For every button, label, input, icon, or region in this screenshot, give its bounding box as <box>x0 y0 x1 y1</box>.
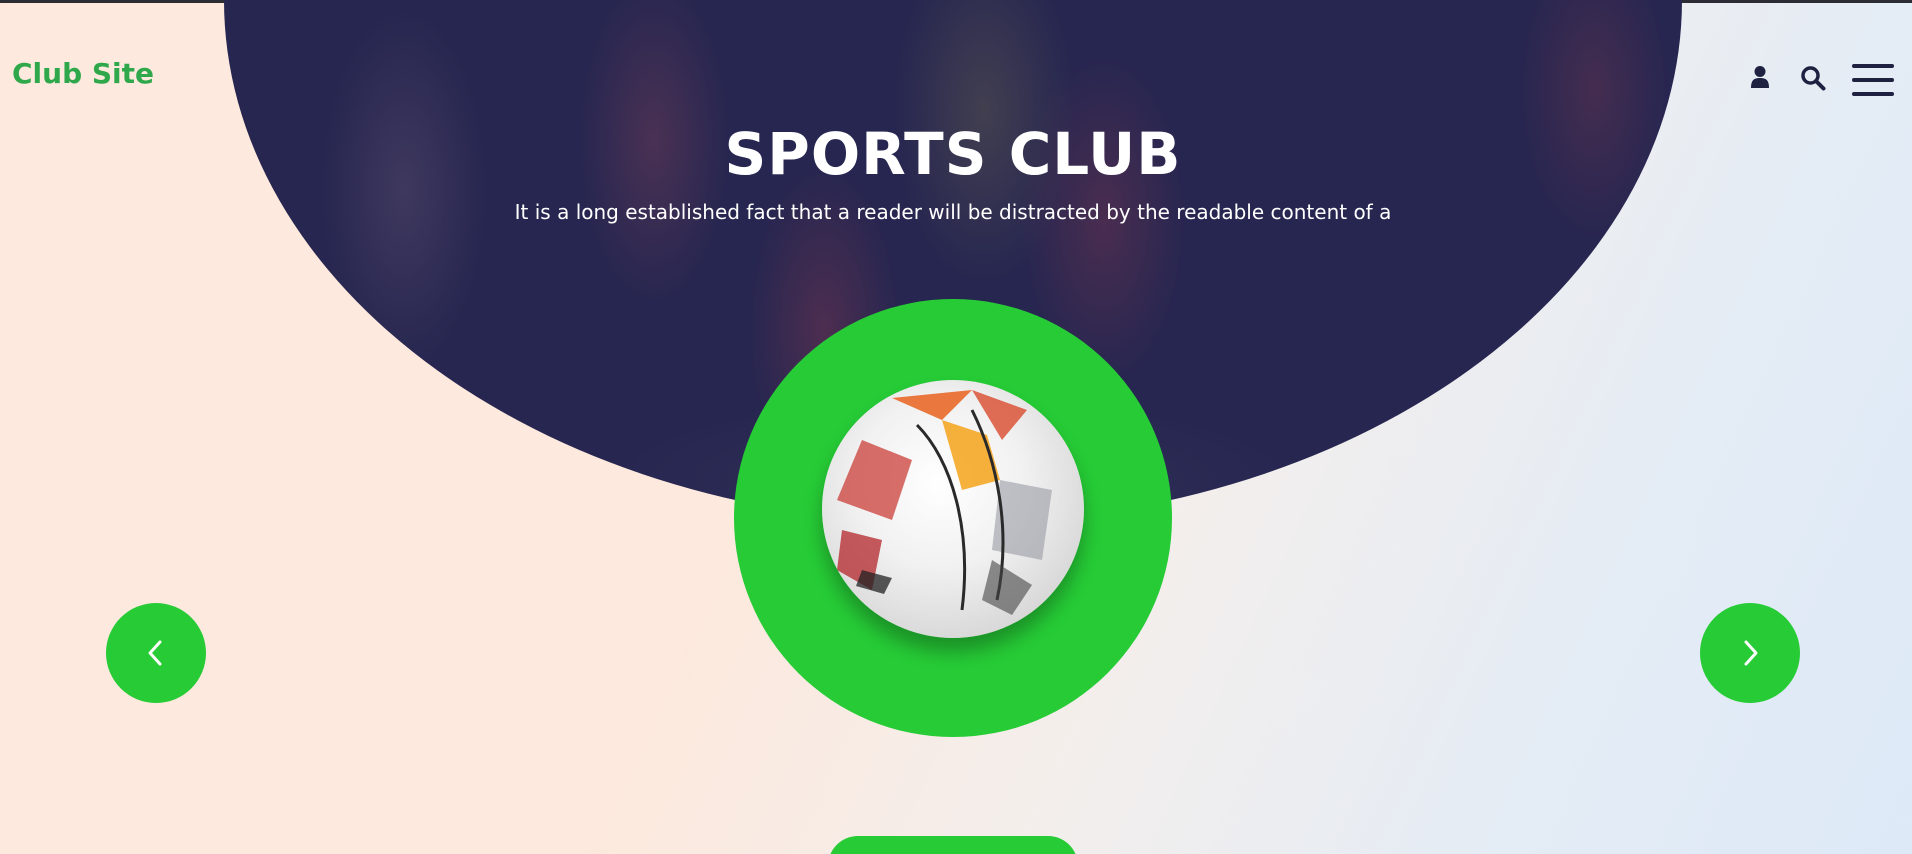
football-image <box>822 380 1084 638</box>
hero-subtitle: It is a long established fact that a rea… <box>514 200 1392 224</box>
chevron-right-icon <box>1744 640 1758 666</box>
user-icon[interactable] <box>1750 65 1770 89</box>
hero-title: SPORTS CLUB <box>724 120 1182 188</box>
slider-next-button[interactable] <box>1700 603 1800 703</box>
hero-action-button[interactable] <box>828 836 1078 854</box>
slider-prev-button[interactable] <box>106 603 206 703</box>
brand-logo[interactable]: Club Site <box>12 57 154 90</box>
hamburger-menu-icon[interactable] <box>1852 64 1894 96</box>
search-icon[interactable] <box>1800 65 1826 91</box>
chevron-left-icon <box>148 640 162 666</box>
